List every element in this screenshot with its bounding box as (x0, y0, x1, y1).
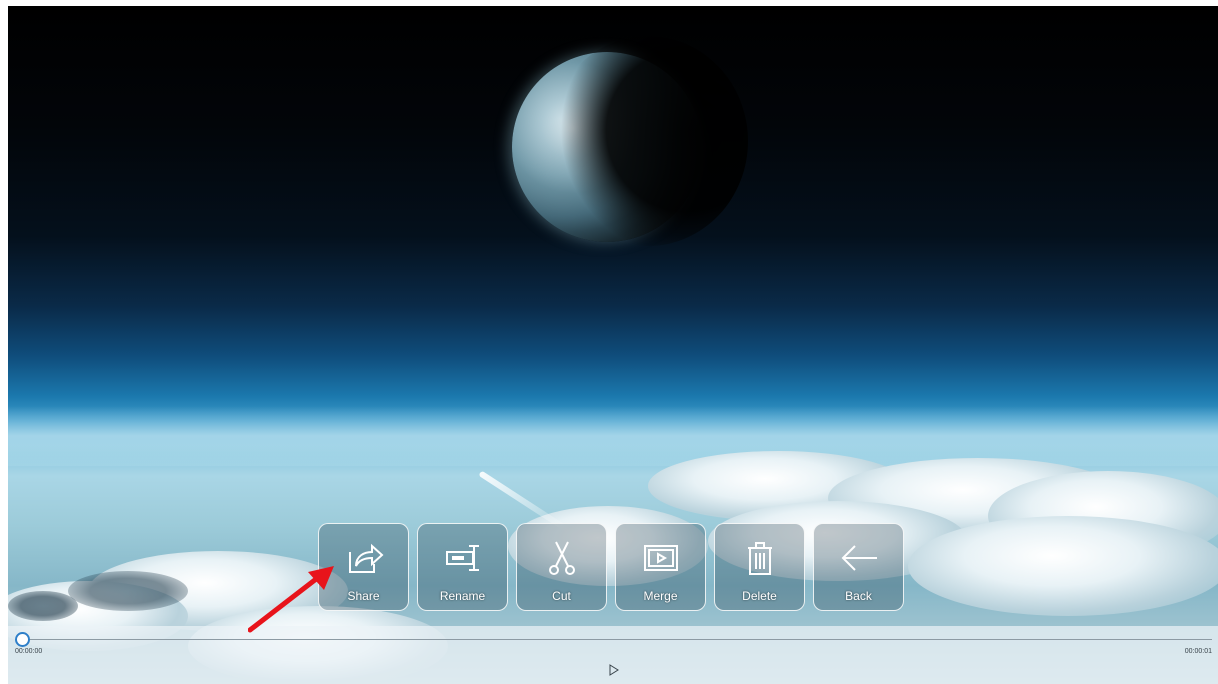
back-button-label: Back (845, 589, 872, 603)
play-button[interactable] (609, 663, 619, 676)
planet-shadow (548, 36, 748, 246)
merge-icon (641, 524, 681, 583)
cloud-shadow (8, 591, 78, 621)
rename-icon (443, 524, 483, 583)
delete-button-label: Delete (742, 589, 777, 603)
action-toolbar: Share Rename Cut Merge Delete Back (318, 523, 904, 611)
delete-button[interactable]: Delete (714, 523, 805, 611)
share-button-label: Share (347, 589, 380, 603)
play-icon (609, 664, 619, 676)
seek-thumb[interactable] (15, 632, 30, 647)
trash-icon (740, 524, 780, 583)
current-time: 00:00:00 (15, 648, 43, 655)
cloud-shadow (68, 571, 188, 611)
annotation-arrow-icon (248, 566, 334, 633)
rename-button-label: Rename (439, 589, 486, 603)
merge-button[interactable]: Merge (615, 523, 706, 611)
rename-button[interactable]: Rename (417, 523, 508, 611)
total-time: 00:00:01 (1184, 648, 1212, 655)
horizon-haze (8, 406, 1218, 466)
scissors-icon (542, 524, 582, 583)
cloud (908, 516, 1218, 616)
back-arrow-icon (839, 524, 879, 583)
seek-track[interactable] (22, 639, 1212, 640)
share-icon (344, 524, 384, 583)
merge-button-label: Merge (643, 589, 678, 603)
cut-button-label: Cut (552, 589, 571, 603)
back-button[interactable]: Back (813, 523, 904, 611)
video-preview: Share Rename Cut Merge Delete Back 00:00… (8, 6, 1218, 684)
playback-bar: 00:00:00 00:00:01 (8, 626, 1218, 684)
cut-button[interactable]: Cut (516, 523, 607, 611)
